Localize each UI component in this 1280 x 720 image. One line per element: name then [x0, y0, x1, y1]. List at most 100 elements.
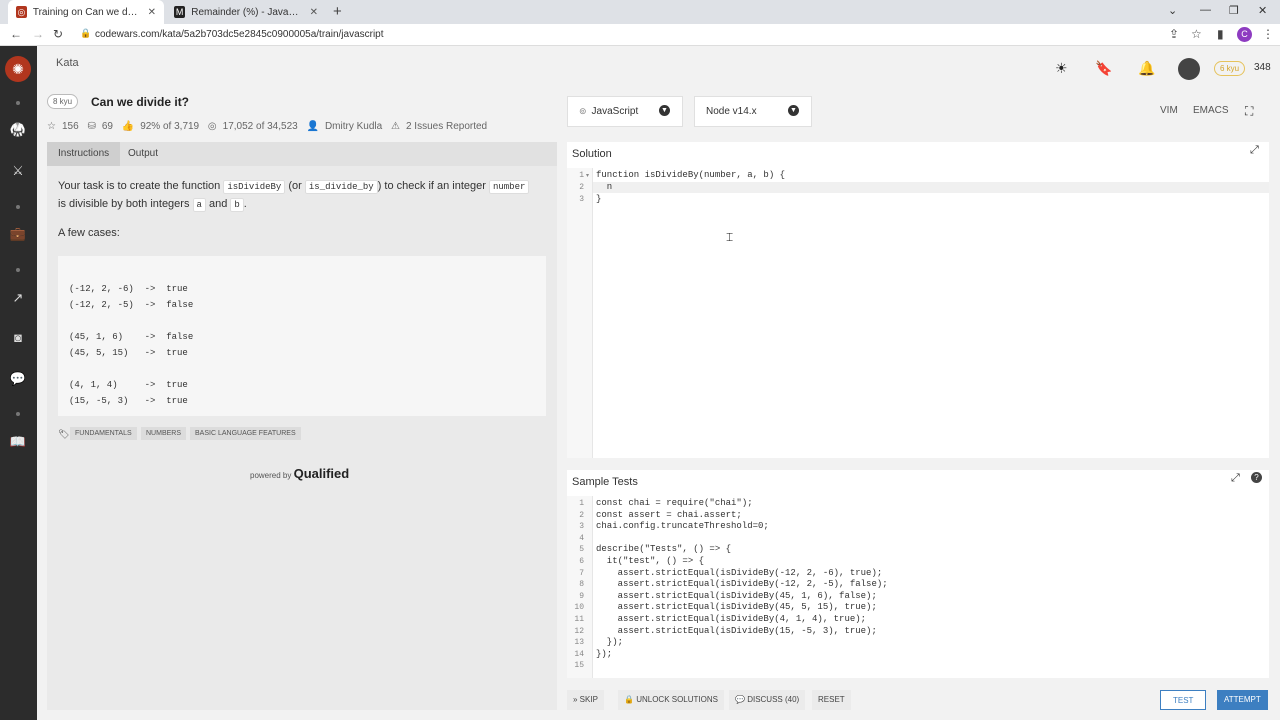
case-line: (-12, 2, -6) -> true	[69, 284, 188, 294]
code-line[interactable]: const chai = require("chai");	[596, 498, 753, 508]
share-icon[interactable]: ⇪	[1169, 27, 1179, 41]
close-window-icon[interactable]: ✕	[1258, 4, 1267, 17]
line-number: 14	[574, 649, 584, 659]
satisfaction-rating: 92% of 3,719	[140, 121, 200, 132]
tag-numbers[interactable]: NUMBERS	[141, 427, 187, 440]
inline-code: is_divide_by	[304, 180, 378, 194]
chat-icon[interactable]: 💬	[8, 371, 28, 389]
language-select[interactable]: ⊚ JavaScript ▼	[567, 96, 683, 127]
code-line[interactable]: assert.strictEqual(isDivideBy(45, 1, 6),…	[596, 591, 877, 601]
vim-mode-button[interactable]: VIM	[1160, 105, 1178, 116]
app-topbar: Kata ☀ 🔖 🔔 6 kyu 348	[37, 46, 1280, 84]
url-input[interactable]: codewars.com/kata/5a2b703dc5e2845c090000…	[95, 29, 384, 40]
code-line[interactable]: it("test", () => {	[596, 556, 704, 566]
author-link[interactable]: Dmitry Kudla	[325, 121, 382, 132]
solution-title: Solution	[572, 148, 612, 160]
lock-icon[interactable]: 🔒	[80, 28, 91, 39]
reload-icon[interactable]: ↻	[53, 27, 63, 41]
leaderboard-icon[interactable]: ↗	[8, 290, 28, 308]
code-line[interactable]: chai.config.truncateThreshold=0;	[596, 521, 769, 531]
menu-kebab-icon[interactable]: ⋮	[1262, 27, 1274, 41]
discuss-button[interactable]: 💬 DISCUSS (40)	[729, 690, 806, 710]
tag-fundamentals[interactable]: FUNDAMENTALS	[70, 427, 137, 440]
sample-tests-title: Sample Tests	[572, 476, 638, 488]
expand-icon[interactable]: ⤢	[1250, 144, 1259, 157]
kata-breadcrumb-link[interactable]: Kata	[56, 57, 79, 69]
inline-code: b	[230, 198, 244, 212]
skip-button[interactable]: » SKIP	[567, 690, 604, 710]
fold-arrow-icon[interactable]: ▾	[586, 172, 589, 179]
emacs-mode-button[interactable]: EMACS	[1193, 105, 1229, 116]
honor-count: 348	[1254, 62, 1271, 73]
test-button[interactable]: TEST	[1160, 690, 1207, 710]
dojo-icon[interactable]: 🥋	[8, 122, 28, 140]
language-icon: ⊚	[579, 106, 587, 116]
help-icon[interactable]: ?	[1251, 472, 1262, 483]
mdn-favicon-icon: M	[174, 6, 186, 18]
close-tab-icon[interactable]: ✕	[148, 7, 156, 18]
collection-icon[interactable]: ⛁	[87, 121, 95, 132]
stars-count: 156	[61, 121, 79, 132]
code-line[interactable]: describe("Tests", () => {	[596, 544, 731, 554]
runtime-select[interactable]: Node v14.x ▼	[694, 96, 812, 127]
case-line: (45, 1, 6) -> false	[69, 332, 194, 342]
issues-link[interactable]: 2 Issues Reported	[406, 121, 487, 132]
browser-tab-codewars[interactable]: ◎ Training on Can we divide it? | Co ✕	[8, 0, 164, 24]
author-icon: 👤	[306, 121, 319, 132]
tab-instructions[interactable]: Instructions	[47, 142, 121, 166]
expand-icon[interactable]: ⤢	[1231, 472, 1240, 485]
issues-icon: ⚠	[390, 121, 400, 132]
code-line[interactable]: assert.strictEqual(isDivideBy(-12, 2, -5…	[596, 579, 888, 589]
case-line: (45, 5, 15) -> true	[69, 348, 188, 358]
bookmarks-icon[interactable]: 🔖	[1095, 60, 1112, 77]
sidepanel-icon[interactable]: ▮	[1217, 27, 1224, 41]
action-bar: » SKIP 🔒 UNLOCK SOLUTIONS 💬 DISCUSS (40)…	[567, 690, 1269, 712]
docs-icon[interactable]: 📖	[8, 434, 28, 452]
line-number: 15	[574, 661, 584, 671]
bookmark-star-icon[interactable]: ☆	[1191, 27, 1202, 41]
tab-search-icon[interactable]: ⌄	[1168, 4, 1177, 17]
qualified-logo: Qualified	[293, 466, 350, 481]
code-line[interactable]: assert.strictEqual(isDivideBy(4, 1, 4), …	[596, 614, 866, 624]
tab-output[interactable]: Output	[117, 142, 169, 166]
forward-icon[interactable]: →	[32, 27, 44, 41]
codewars-logo-icon[interactable]: ✺	[5, 56, 31, 82]
inline-code: a	[192, 198, 206, 212]
attempt-button[interactable]: ATTEMPT	[1217, 690, 1268, 710]
code-line[interactable]: });	[596, 637, 623, 647]
new-tab-button[interactable]: +	[333, 3, 342, 20]
case-line: (-12, 2, -5) -> false	[69, 300, 194, 310]
powered-by-qualified[interactable]: powered by Qualified	[250, 466, 349, 481]
star-icon[interactable]: ☆	[47, 121, 56, 132]
maximize-icon[interactable]: ❐	[1229, 4, 1239, 17]
code-line[interactable]: n	[596, 182, 612, 192]
code-line[interactable]: }	[596, 194, 601, 204]
code-line[interactable]: assert.strictEqual(isDivideBy(15, -5, 3)…	[596, 626, 877, 636]
fullscreen-icon[interactable]: ⛶	[1245, 104, 1253, 119]
code-line[interactable]: const assert = chai.assert;	[596, 510, 742, 520]
tag-basic-language-features[interactable]: BASIC LANGUAGE FEATURES	[190, 427, 301, 440]
line-number: 12	[574, 626, 584, 636]
browser-tab-mdn[interactable]: M Remainder (%) - JavaScript | MDN ✕	[166, 0, 326, 24]
discord-icon[interactable]: ◙	[8, 330, 28, 348]
code-line[interactable]: });	[596, 649, 612, 659]
back-icon[interactable]: ←	[10, 27, 22, 41]
line-number: 6	[579, 557, 584, 566]
profile-avatar[interactable]: C	[1237, 27, 1252, 42]
description-text: .	[243, 198, 247, 210]
code-line[interactable]: assert.strictEqual(isDivideBy(-12, 2, -6…	[596, 568, 883, 578]
close-tab-icon[interactable]: ✕	[310, 7, 318, 18]
unlock-solutions-button[interactable]: 🔒 UNLOCK SOLUTIONS	[618, 690, 724, 710]
briefcase-icon[interactable]: 💼	[8, 226, 28, 244]
minimize-icon[interactable]: —	[1200, 4, 1211, 16]
theme-toggle-icon[interactable]: ☀	[1055, 60, 1068, 77]
practice-icon[interactable]: ⚔	[8, 163, 28, 181]
sidebar-dot	[16, 101, 20, 105]
reset-button[interactable]: RESET	[812, 690, 851, 710]
code-line[interactable]: assert.strictEqual(isDivideBy(45, 5, 15)…	[596, 602, 877, 612]
code-line[interactable]: function isDivideBy(number, a, b) {	[596, 170, 785, 180]
line-gutter	[567, 168, 593, 458]
kata-stats: ☆ 156 ⛁ 69 👍 92% of 3,719 ◎ 17,052 of 34,523…	[47, 121, 493, 132]
user-avatar[interactable]	[1178, 58, 1200, 80]
notifications-bell-icon[interactable]: 🔔	[1138, 60, 1155, 77]
